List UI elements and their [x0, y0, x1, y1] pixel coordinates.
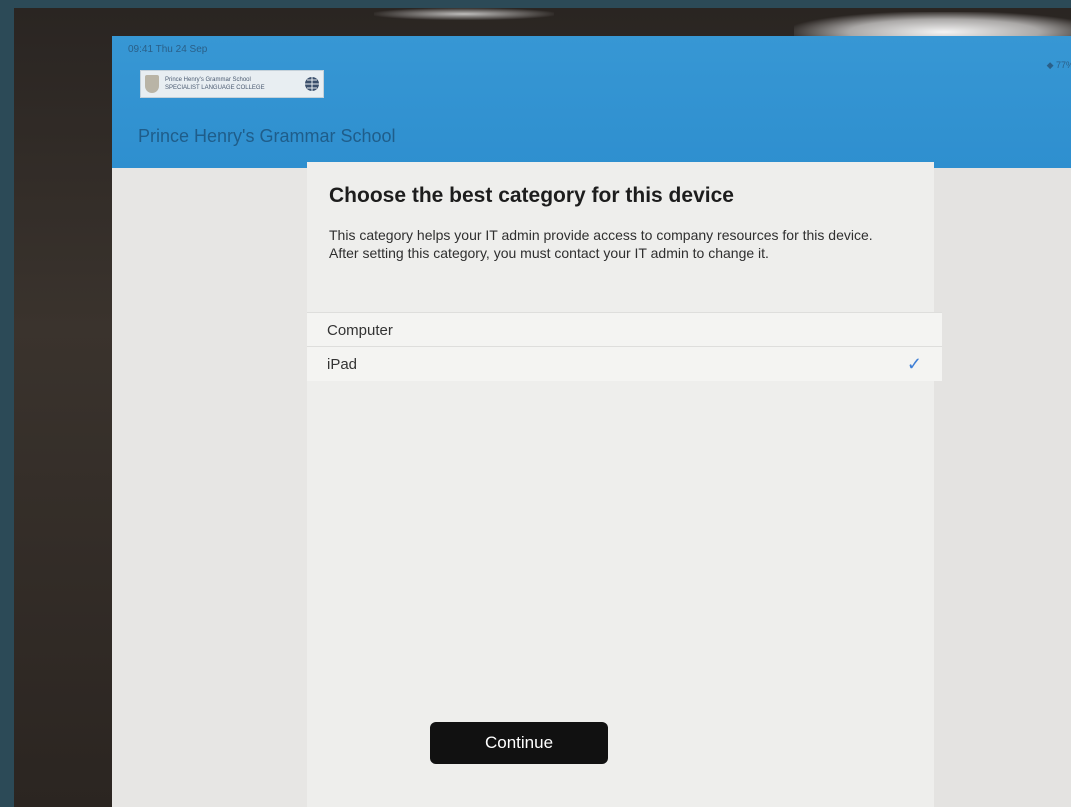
- option-ipad[interactable]: iPad ✓: [307, 346, 942, 381]
- dialog-description: This category helps your IT admin provid…: [329, 227, 873, 261]
- dialog-title: Choose the best category for this device: [329, 184, 734, 207]
- logo-text: Prince Henry's Grammar School SPECIALIST…: [165, 76, 304, 92]
- app-header: 09:41 Thu 24 Sep ◆ 77% Prince Henry's Gr…: [112, 36, 1071, 168]
- category-dialog: Choose the best category for this device…: [307, 162, 942, 807]
- status-bar-battery: ◆ 77%: [1046, 60, 1071, 70]
- option-computer[interactable]: Computer: [307, 312, 942, 347]
- school-logo: Prince Henry's Grammar School SPECIALIST…: [140, 70, 324, 98]
- logo-text-line2: SPECIALIST LANGUAGE COLLEGE: [165, 85, 265, 91]
- light-glare: [374, 8, 554, 20]
- logo-text-line1: Prince Henry's Grammar School: [165, 77, 251, 83]
- device-bezel: 09:41 Thu 24 Sep ◆ 77% Prince Henry's Gr…: [14, 8, 1071, 807]
- continue-button[interactable]: Continue: [430, 722, 608, 764]
- option-label: iPad: [327, 355, 358, 373]
- right-sidebar: [934, 168, 1071, 807]
- school-name-title: Prince Henry's Grammar School: [138, 126, 396, 146]
- checkmark-icon: ✓: [906, 353, 922, 374]
- globe-icon: [305, 77, 319, 91]
- option-label: Computer: [327, 321, 393, 339]
- left-sidebar: [112, 168, 307, 807]
- crest-icon: [145, 75, 159, 93]
- device-screen: 09:41 Thu 24 Sep ◆ 77% Prince Henry's Gr…: [112, 36, 1071, 807]
- status-bar-time: 09:41 Thu 24 Sep: [128, 44, 208, 55]
